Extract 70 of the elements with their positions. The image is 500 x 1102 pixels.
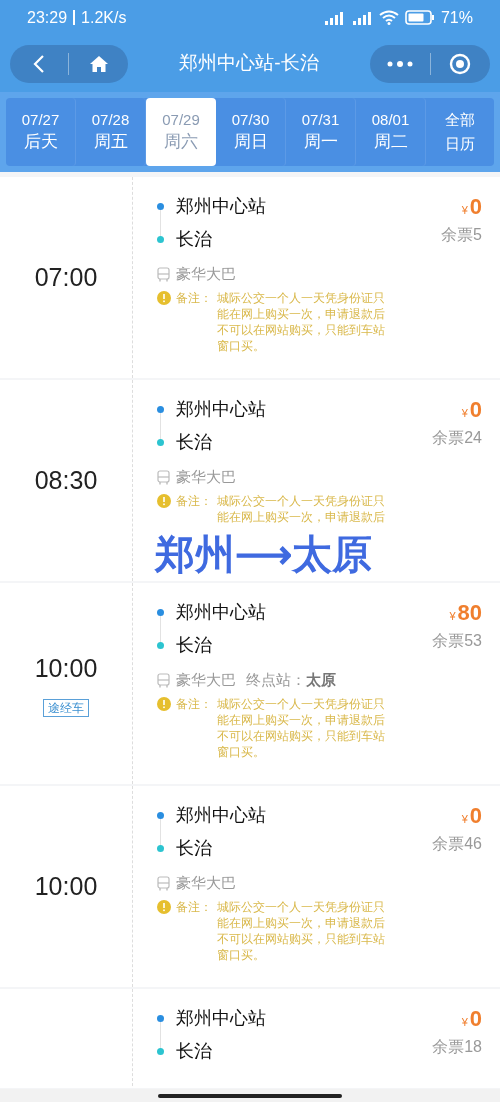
warning-icon <box>157 493 171 508</box>
network-speed: 1.2K/s <box>81 7 127 28</box>
arrival-station: 长治 <box>176 1040 212 1063</box>
annotation-text: 郑州⟶太原 <box>155 531 372 578</box>
remaining-tickets: 余票5 <box>441 225 482 245</box>
signal-icon <box>350 10 373 25</box>
bus-icon <box>157 266 170 282</box>
departure-station: 郑州中心站 <box>176 804 266 827</box>
bus-type: 豪华大巴 <box>176 467 236 487</box>
warning-icon <box>157 696 171 711</box>
status-time: 23:29 <box>27 7 68 28</box>
more-icon <box>387 60 413 67</box>
date-tab[interactable]: 07/30 周日 <box>216 98 286 166</box>
remaining-tickets: 余票53 <box>432 631 482 651</box>
arrival-station: 长治 <box>176 228 212 251</box>
page-title: 郑州中心站-长治 <box>179 51 319 76</box>
date-tab[interactable]: 07/29 周六 <box>146 98 216 166</box>
signal-icon <box>322 10 345 25</box>
battery-percent: 71% <box>440 7 473 28</box>
note-text: 城际公交一个人一天凭身份证只能在网上购买一次，申请退款后 <box>217 492 386 525</box>
departure-station: 郑州中心站 <box>176 601 266 624</box>
back-icon <box>33 53 45 74</box>
arrival-station: 长治 <box>176 431 212 454</box>
trip-card[interactable]: 10:00 郑州中心站 长治 ¥0 余票46 豪华大巴 备注： 城际公交一个人一天凭身份证只能在网上购买一次，申请退款后不可以在网站购买，只能到车站窗口买。 <box>0 786 500 987</box>
bus-type: 豪华大巴 <box>176 264 236 284</box>
arrival-station: 长治 <box>176 634 212 657</box>
departure-time: 08:30 <box>34 464 98 496</box>
trip-card[interactable]: 郑州中心站 长治 ¥0 余票18 <box>0 989 500 1088</box>
bus-type: 豪华大巴 <box>176 670 236 690</box>
note-label: 备注： <box>176 695 212 712</box>
departure-time: 10:00 <box>34 870 98 902</box>
calendar-button[interactable]: 全部日历 <box>426 98 494 166</box>
departure-station: 郑州中心站 <box>176 1007 266 1030</box>
bus-icon <box>157 672 170 688</box>
warning-icon <box>157 290 171 305</box>
note-text: 城际公交一个人一天凭身份证只能在网上购买一次，申请退款后不可以在网站购买，只能到车站窗口买。 <box>217 695 386 760</box>
departure-time: 07:00 <box>34 261 98 293</box>
price: ¥0 <box>461 398 482 422</box>
via-tag: 途经车 <box>43 699 89 718</box>
arrival-station: 长治 <box>176 837 212 860</box>
price: ¥80 <box>449 601 482 625</box>
bus-type: 豪华大巴 <box>176 873 236 893</box>
departure-station: 郑州中心站 <box>176 398 266 421</box>
date-tab[interactable]: 07/27 后天 <box>6 98 76 166</box>
note-label: 备注： <box>176 289 212 306</box>
trip-card[interactable]: 07:00 郑州中心站 长治 ¥0 余票5 豪华大巴 备注： 城际公交一个人一天凭身份证只能在网上购买一次，申请退款后不可以在网站购买，只能到车站窗口买。 <box>0 177 500 378</box>
note-text: 城际公交一个人一天凭身份证只能在网上购买一次，申请退款后不可以在网站购买，只能到车站窗口买。 <box>217 898 386 963</box>
terminal-station: 终点站：太原 <box>246 670 336 690</box>
remaining-tickets: 余票18 <box>432 1037 482 1057</box>
note-text: 城际公交一个人一天凭身份证只能在网上购买一次，申请退款后不可以在网站购买，只能到车站窗口买。 <box>217 289 386 354</box>
price: ¥0 <box>461 804 482 828</box>
close-icon <box>449 52 472 75</box>
battery-icon <box>404 10 435 25</box>
wifi-icon <box>378 10 399 25</box>
home-indicator[interactable] <box>158 1093 342 1098</box>
departure-station: 郑州中心站 <box>176 195 266 218</box>
bus-icon <box>157 875 170 891</box>
trip-card[interactable]: 10:00 途经车 郑州中心站 长治 ¥80 余票53 豪华大巴 终点站：太原 备注： 城际公交一个人一天凭身份证只能在网上购买一次，申请退款后不可以在网站购买，只能到车站窗口买。 <box>0 583 500 784</box>
home-icon <box>88 54 109 73</box>
note-label: 备注： <box>176 492 212 509</box>
note-label: 备注： <box>176 898 212 915</box>
remaining-tickets: 余票24 <box>432 428 482 448</box>
price: ¥0 <box>461 195 482 219</box>
date-tab[interactable]: 08/01 周二 <box>356 98 426 166</box>
price: ¥0 <box>461 1007 482 1031</box>
bus-icon <box>157 469 170 485</box>
departure-time: 10:00 <box>34 652 98 684</box>
date-tab[interactable]: 07/31 周一 <box>286 98 356 166</box>
warning-icon <box>157 899 171 914</box>
remaining-tickets: 余票46 <box>432 834 482 854</box>
